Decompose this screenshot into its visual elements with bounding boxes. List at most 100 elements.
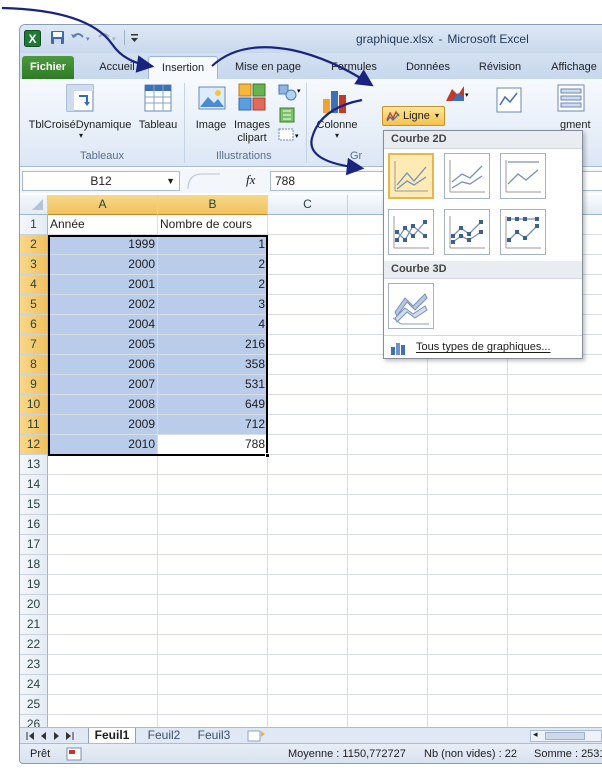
cell-year[interactable]: 2006	[48, 355, 158, 375]
cell-courses[interactable]: 531	[158, 375, 268, 395]
cell[interactable]	[348, 575, 428, 595]
row-header[interactable]: 7	[20, 335, 48, 355]
line-chart-option[interactable]	[388, 153, 434, 199]
cell[interactable]	[48, 635, 158, 655]
cell[interactable]	[508, 375, 602, 395]
cell[interactable]	[428, 495, 508, 515]
100-stacked-line-option[interactable]	[500, 153, 546, 199]
cell[interactable]	[508, 655, 602, 675]
cell-courses[interactable]: 4	[158, 315, 268, 335]
cell[interactable]	[268, 335, 348, 355]
row-header[interactable]: 11	[20, 415, 48, 435]
cell[interactable]	[268, 495, 348, 515]
cell[interactable]	[348, 595, 428, 615]
cell[interactable]	[508, 595, 602, 615]
all-chart-types-link[interactable]: Tous types de graphiques...	[388, 339, 578, 357]
select-all-corner[interactable]	[20, 195, 48, 215]
cell[interactable]	[508, 635, 602, 655]
cell[interactable]	[158, 495, 268, 515]
cell[interactable]	[428, 695, 508, 715]
cell[interactable]	[508, 475, 602, 495]
cell[interactable]	[268, 455, 348, 475]
cell[interactable]	[348, 475, 428, 495]
cell[interactable]	[268, 255, 348, 275]
cell[interactable]	[158, 535, 268, 555]
cell[interactable]	[48, 615, 158, 635]
row-header[interactable]: 9	[20, 375, 48, 395]
cell[interactable]	[158, 455, 268, 475]
cell-b1[interactable]: Nombre de cours	[158, 215, 268, 235]
row-header[interactable]: 22	[20, 635, 48, 655]
customize-qat-icon[interactable]	[130, 30, 140, 47]
cell[interactable]	[508, 555, 602, 575]
cell-year[interactable]: 1999	[48, 235, 158, 255]
100-stacked-line-markers-option[interactable]	[500, 209, 546, 255]
cell-year[interactable]: 2004	[48, 315, 158, 335]
cell[interactable]	[158, 655, 268, 675]
cell[interactable]	[508, 615, 602, 635]
cell[interactable]	[428, 675, 508, 695]
cell[interactable]	[428, 535, 508, 555]
cell[interactable]	[428, 455, 508, 475]
cell[interactable]	[428, 575, 508, 595]
cell[interactable]	[48, 455, 158, 475]
cell[interactable]	[508, 515, 602, 535]
cell[interactable]	[348, 495, 428, 515]
slicer-icon[interactable]	[556, 83, 586, 116]
cell[interactable]	[158, 695, 268, 715]
cell[interactable]	[428, 595, 508, 615]
row-header[interactable]: 17	[20, 535, 48, 555]
cell[interactable]	[268, 235, 348, 255]
stacked-line-markers-option[interactable]	[444, 209, 490, 255]
cell[interactable]	[508, 435, 602, 455]
column-chart-button[interactable]: Colonne	[314, 119, 360, 131]
cell[interactable]	[48, 655, 158, 675]
row-header[interactable]: 5	[20, 295, 48, 315]
cell[interactable]	[508, 495, 602, 515]
sheet-tab-feuil3[interactable]: Feuil3	[192, 728, 236, 744]
cell-year[interactable]: 2010	[48, 435, 158, 455]
tab-mise-en-page[interactable]: Mise en page	[228, 56, 308, 79]
cell-courses[interactable]: 2	[158, 255, 268, 275]
cell-courses[interactable]: 358	[158, 355, 268, 375]
cell[interactable]	[508, 675, 602, 695]
cell-year[interactable]: 2000	[48, 255, 158, 275]
3d-line-option[interactable]	[388, 283, 434, 329]
tab-formules[interactable]: Formules	[324, 56, 384, 79]
cell[interactable]	[348, 695, 428, 715]
cell[interactable]	[48, 695, 158, 715]
cell[interactable]	[428, 515, 508, 535]
scroll-thumb[interactable]	[545, 732, 585, 740]
area-chart-icon[interactable]: ▾	[444, 83, 470, 106]
cell[interactable]	[428, 655, 508, 675]
tab-affichage[interactable]: Affichage	[544, 56, 602, 79]
cell[interactable]	[158, 595, 268, 615]
cell[interactable]	[268, 555, 348, 575]
row-header[interactable]: 6	[20, 315, 48, 335]
column-header-b[interactable]: B	[158, 195, 268, 215]
cell[interactable]	[428, 395, 508, 415]
row-header[interactable]: 3	[20, 255, 48, 275]
tab-revision[interactable]: Révision	[472, 56, 528, 79]
sheet-tab-feuil2[interactable]: Feuil2	[142, 728, 186, 744]
cell[interactable]	[268, 575, 348, 595]
excel-app-icon[interactable]: X	[24, 30, 41, 47]
cell[interactable]	[348, 415, 428, 435]
cell-courses[interactable]: 788	[158, 435, 268, 455]
cell[interactable]	[268, 475, 348, 495]
cell[interactable]	[268, 675, 348, 695]
cell[interactable]	[348, 435, 428, 455]
smartart-icon[interactable]	[278, 107, 298, 126]
undo-icon[interactable]: ▾	[70, 30, 92, 47]
cell[interactable]	[48, 575, 158, 595]
row-header[interactable]: 10	[20, 395, 48, 415]
row-header[interactable]: 24	[20, 675, 48, 695]
cell[interactable]	[268, 435, 348, 455]
tab-fichier[interactable]: Fichier	[22, 56, 74, 79]
cell[interactable]	[348, 655, 428, 675]
table-icon[interactable]	[143, 83, 173, 116]
cell[interactable]	[428, 375, 508, 395]
cell[interactable]	[48, 535, 158, 555]
row-header[interactable]: 15	[20, 495, 48, 515]
save-icon[interactable]	[50, 30, 65, 47]
